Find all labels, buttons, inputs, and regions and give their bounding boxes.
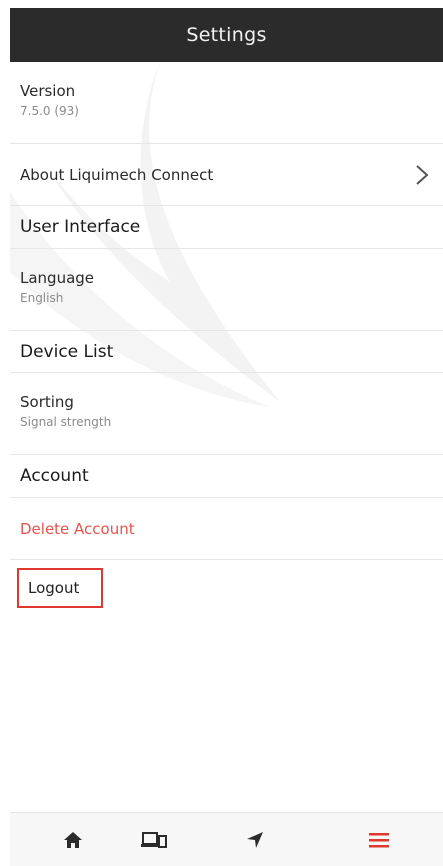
language-label: Language bbox=[20, 269, 95, 287]
chevron-right-icon bbox=[416, 164, 429, 185]
sorting-value: Signal strength bbox=[20, 415, 112, 429]
section-title: User Interface bbox=[20, 217, 141, 237]
version-value: 7.5.0 (93) bbox=[20, 104, 79, 118]
language-row[interactable]: Language English bbox=[10, 249, 443, 331]
delete-account-row[interactable]: Delete Account bbox=[10, 498, 443, 560]
sorting-row[interactable]: Sorting Signal strength bbox=[10, 373, 443, 455]
about-row[interactable]: About Liquimech Connect bbox=[10, 144, 443, 206]
devices-icon bbox=[141, 832, 167, 848]
menu-icon bbox=[369, 833, 389, 848]
page-title: Settings bbox=[186, 24, 267, 46]
about-label: About Liquimech Connect bbox=[20, 165, 214, 184]
logout-button[interactable]: Logout bbox=[17, 568, 103, 608]
section-title: Account bbox=[20, 466, 89, 486]
section-title: Device List bbox=[20, 341, 114, 362]
language-value: English bbox=[20, 291, 64, 305]
bottom-tab-bar bbox=[10, 813, 443, 866]
version-row: Version 7.5.0 (93) bbox=[10, 62, 443, 144]
navigation-arrow-icon bbox=[247, 832, 263, 848]
section-account: Account bbox=[10, 455, 443, 498]
tab-devices[interactable] bbox=[138, 827, 170, 853]
tab-home[interactable] bbox=[57, 827, 89, 853]
app-header: Settings bbox=[10, 8, 443, 62]
tab-menu[interactable] bbox=[363, 827, 395, 853]
tab-navigation[interactable] bbox=[239, 827, 271, 853]
section-user-interface: User Interface bbox=[10, 206, 443, 249]
section-device-list: Device List bbox=[10, 331, 443, 373]
home-icon bbox=[64, 832, 82, 848]
settings-screen: Settings Version 7.5.0 (93) About Liquim… bbox=[10, 0, 443, 866]
version-label: Version bbox=[20, 82, 76, 100]
sorting-label: Sorting bbox=[20, 393, 74, 411]
logout-label: Logout bbox=[28, 579, 80, 597]
delete-account-button[interactable]: Delete Account bbox=[20, 520, 135, 538]
